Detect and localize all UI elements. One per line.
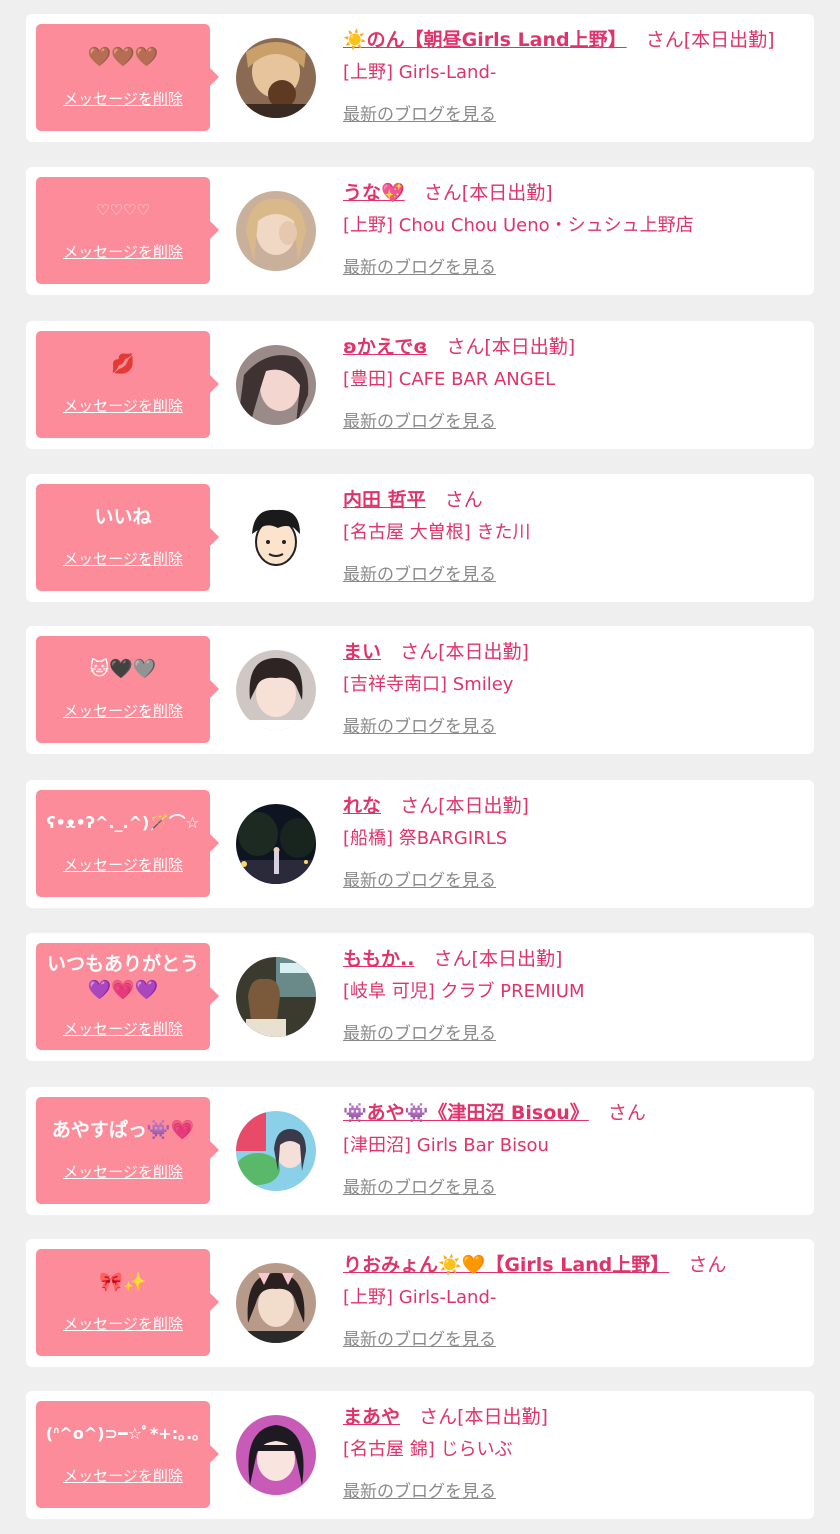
delete-message-link[interactable]: メッセージを削除	[36, 241, 210, 262]
shop-name: [津田沼] Girls Bar Bisou	[343, 1135, 549, 1156]
status-badge: [本日出勤]	[438, 795, 529, 817]
message-card: (ᐢ^o^)⊃━☆ﾟ*+:｡.｡ メッセージを削除 まあや さん[本日出勤] […	[26, 1391, 814, 1519]
shop-name: [名古屋 錦] じらいぶ	[343, 1439, 513, 1460]
honorific: さん	[446, 336, 485, 358]
honorific: さん	[444, 489, 483, 511]
sender-name-link[interactable]: ʚかえでɞ	[343, 336, 427, 358]
message-card: ♡♡♡♡ メッセージを削除 うな💖 さん[本日出勤] [上野] Chou Cho…	[26, 167, 814, 295]
latest-blog-link[interactable]: 最新のブログを見る	[343, 560, 496, 585]
message-card: いいね メッセージを削除 内田 哲平 さん [名古屋 大曽根] きた川 最新のブ…	[26, 474, 814, 602]
sender-name-link[interactable]: うな💖	[343, 182, 405, 204]
honorific: さん	[645, 29, 684, 51]
message-text: いいね	[94, 506, 152, 528]
shop-name: [上野] Girls-Land-	[343, 1287, 497, 1308]
sender-name-link[interactable]: まあや	[343, 1406, 400, 1428]
latest-blog-link[interactable]: 最新のブログを見る	[343, 1477, 496, 1502]
status-badge: [本日出勤]	[461, 182, 553, 204]
sender-name-link[interactable]: まい	[343, 641, 381, 663]
shop-name: [名古屋 大曽根] きた川	[343, 522, 531, 543]
status-badge: [本日出勤]	[457, 1406, 548, 1428]
shop-name: [上野] Chou Chou Ueno・シュシュ上野店	[343, 215, 694, 236]
honorific: さん	[419, 1406, 458, 1428]
message-text: ♡♡♡♡	[96, 201, 150, 219]
avatar[interactable]	[236, 191, 316, 271]
honorific: さん	[433, 948, 472, 970]
message-list: 🤎🤎🤎 メッセージを削除 ☀️のん【朝昼Girls Land上野】 さん[本日出…	[0, 0, 840, 1534]
message-card: 🐱🖤🩶 メッセージを削除 まい さん[本日出勤] [吉祥寺南口] Smiley …	[26, 626, 814, 754]
message-bubble: 🤎🤎🤎 メッセージを削除	[36, 24, 219, 131]
latest-blog-link[interactable]: 最新のブログを見る	[343, 866, 496, 891]
message-bubble: 🐱🖤🩶 メッセージを削除	[36, 636, 219, 743]
shop-name: [船橋] 祭BARGIRLS	[343, 828, 508, 849]
message-text: (ᐢ^o^)⊃━☆ﾟ*+:｡.｡	[45, 1424, 201, 1443]
sender-name-link[interactable]: 内田 哲平	[343, 489, 426, 511]
message-text: いつもありがとう 💜💗💜	[46, 953, 199, 1001]
message-card: あやすぱっ👾💗 メッセージを削除 👾あや👾《津田沼 Bisou》 さん [津田沼…	[26, 1087, 814, 1215]
latest-blog-link[interactable]: 最新のブログを見る	[343, 407, 496, 432]
message-card: 💋 メッセージを削除 ʚかえでɞ さん[本日出勤] [豊田] CAFE BAR …	[26, 321, 814, 449]
message-text: ʕ•ᴥ•ʔ^._.^)🪄⌒☆	[46, 813, 200, 832]
avatar[interactable]	[236, 650, 316, 730]
avatar[interactable]	[236, 38, 316, 118]
delete-message-link[interactable]: メッセージを削除	[36, 854, 210, 875]
message-card: 🤎🤎🤎 メッセージを削除 ☀️のん【朝昼Girls Land上野】 さん[本日出…	[26, 14, 814, 142]
message-bubble: ♡♡♡♡ メッセージを削除	[36, 177, 219, 284]
status-badge: [本日出勤]	[471, 948, 563, 970]
sender-name-link[interactable]: ☀️のん【朝昼Girls Land上野】	[343, 29, 627, 51]
delete-message-link[interactable]: メッセージを削除	[36, 88, 210, 109]
message-card: ʕ•ᴥ•ʔ^._.^)🪄⌒☆ メッセージを削除 れな さん[本日出勤] [船橋]…	[26, 780, 814, 908]
latest-blog-link[interactable]: 最新のブログを見る	[343, 1019, 496, 1044]
message-bubble: あやすぱっ👾💗 メッセージを削除	[36, 1097, 219, 1204]
shop-name: [岐阜 可児] クラブ PREMIUM	[343, 981, 585, 1002]
avatar[interactable]	[236, 1415, 316, 1495]
latest-blog-link[interactable]: 最新のブログを見る	[343, 253, 496, 278]
avatar[interactable]	[236, 1111, 316, 1191]
sender-name-link[interactable]: ももか..	[343, 948, 414, 970]
avatar[interactable]	[236, 957, 316, 1037]
message-card: 🎀✨ メッセージを削除 りおみょん☀️🧡【Girls Land上野】 さん [上…	[26, 1239, 814, 1367]
avatar[interactable]	[236, 498, 316, 578]
avatar[interactable]	[236, 1263, 316, 1343]
status-badge: [本日出勤]	[438, 641, 529, 663]
message-bubble: ʕ•ᴥ•ʔ^._.^)🪄⌒☆ メッセージを削除	[36, 790, 219, 897]
message-text: 🎀✨	[99, 1271, 147, 1293]
delete-message-link[interactable]: メッセージを削除	[36, 1018, 210, 1039]
delete-message-link[interactable]: メッセージを削除	[36, 1313, 210, 1334]
honorific: さん	[400, 795, 439, 817]
message-card: いつもありがとう 💜💗💜 メッセージを削除 ももか.. さん[本日出勤] [岐阜…	[26, 933, 814, 1061]
honorific: さん	[400, 641, 439, 663]
latest-blog-link[interactable]: 最新のブログを見る	[343, 1173, 496, 1198]
honorific: さん	[423, 182, 462, 204]
message-bubble: 💋 メッセージを削除	[36, 331, 219, 438]
delete-message-link[interactable]: メッセージを削除	[36, 395, 210, 416]
delete-message-link[interactable]: メッセージを削除	[36, 548, 210, 569]
latest-blog-link[interactable]: 最新のブログを見る	[343, 100, 496, 125]
latest-blog-link[interactable]: 最新のブログを見る	[343, 1325, 496, 1350]
status-badge: [本日出勤]	[683, 29, 775, 51]
avatar[interactable]	[236, 345, 316, 425]
delete-message-link[interactable]: メッセージを削除	[36, 1465, 210, 1486]
message-bubble: 🎀✨ メッセージを削除	[36, 1249, 219, 1356]
sender-name-link[interactable]: りおみょん☀️🧡【Girls Land上野】	[343, 1254, 669, 1276]
honorific: さん	[688, 1254, 727, 1276]
sender-name-link[interactable]: 👾あや👾《津田沼 Bisou》	[343, 1102, 589, 1124]
message-text: あやすぱっ👾💗	[51, 1119, 195, 1141]
message-bubble: いいね メッセージを削除	[36, 484, 219, 591]
message-bubble: (ᐢ^o^)⊃━☆ﾟ*+:｡.｡ メッセージを削除	[36, 1401, 219, 1508]
message-text: 🤎🤎🤎	[87, 46, 159, 68]
sender-name-link[interactable]: れな	[343, 795, 381, 817]
shop-name: [上野] Girls-Land-	[343, 62, 497, 83]
delete-message-link[interactable]: メッセージを削除	[36, 1161, 210, 1182]
latest-blog-link[interactable]: 最新のブログを見る	[343, 712, 496, 737]
shop-name: [吉祥寺南口] Smiley	[343, 674, 514, 695]
message-bubble: いつもありがとう 💜💗💜 メッセージを削除	[36, 943, 219, 1050]
delete-message-link[interactable]: メッセージを削除	[36, 700, 210, 721]
message-text: 💋	[111, 353, 135, 375]
avatar[interactable]	[236, 804, 316, 884]
shop-name: [豊田] CAFE BAR ANGEL	[343, 369, 556, 390]
message-text: 🐱🖤🩶	[89, 658, 157, 680]
status-badge: [本日出勤]	[484, 336, 576, 358]
honorific: さん	[607, 1102, 646, 1124]
